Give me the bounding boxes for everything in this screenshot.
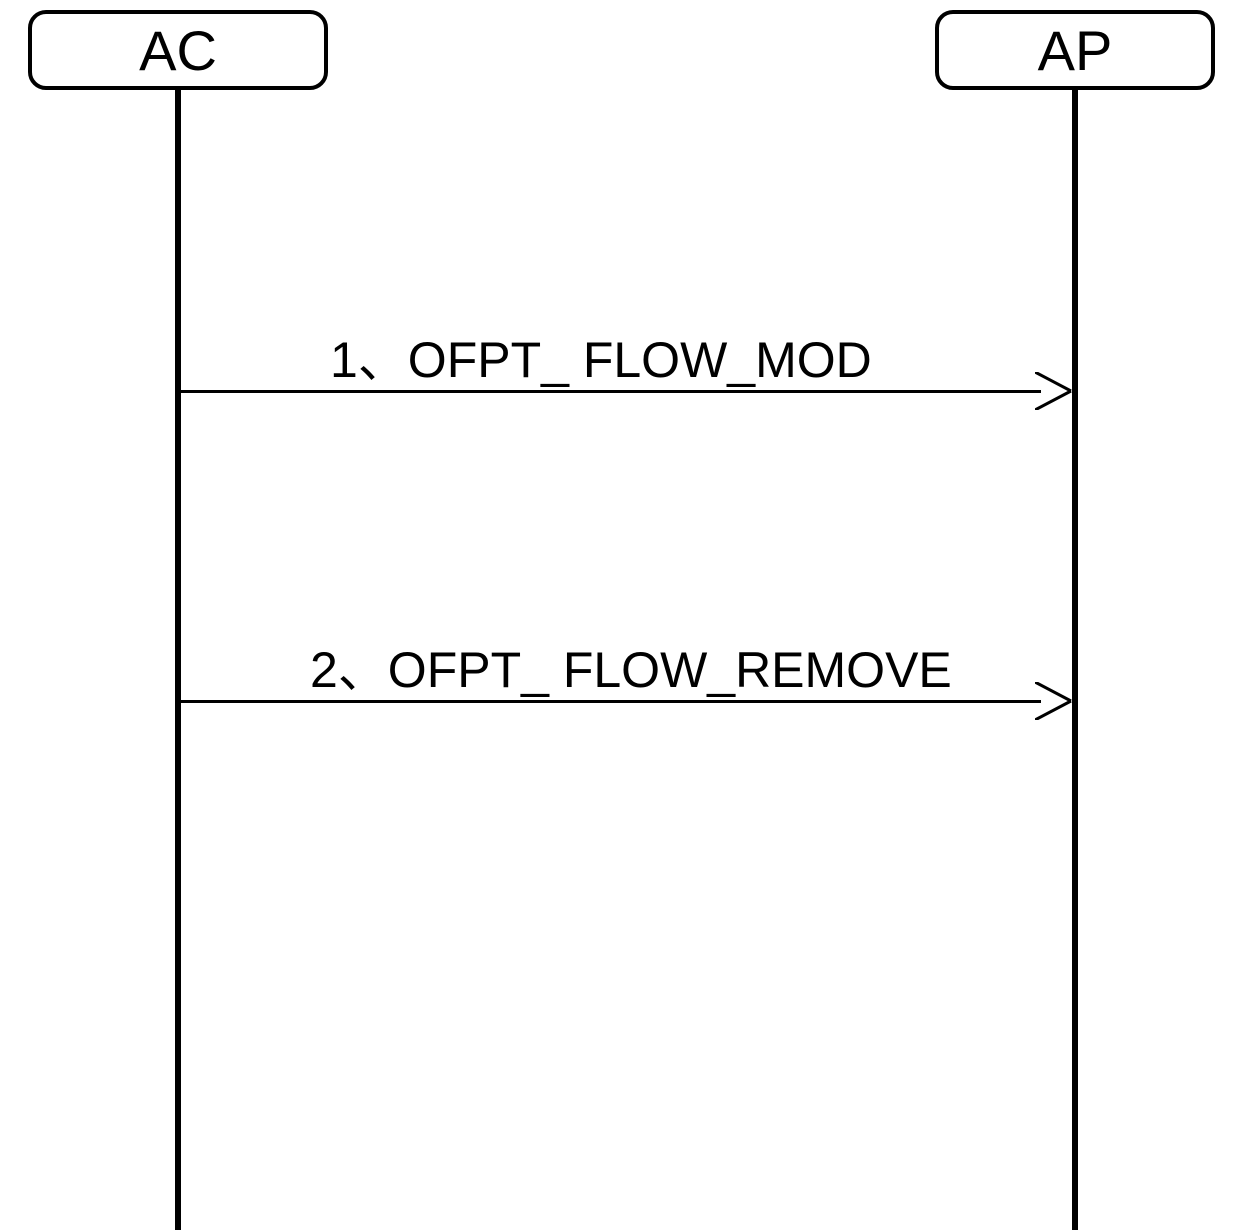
message-1-line (181, 390, 1041, 393)
message-2-label: 2、OFPT_ FLOW_REMOVE (310, 630, 952, 702)
message-1-arrow (1035, 372, 1075, 410)
message-1-label: 1、OFPT_ FLOW_MOD (330, 320, 872, 392)
participant-ac: AC (28, 10, 328, 90)
participant-ap-label: AP (1038, 18, 1113, 83)
lifeline-ap (1072, 90, 1078, 1230)
participant-ac-label: AC (139, 18, 217, 83)
message-2-line (181, 700, 1041, 703)
lifeline-ac (175, 90, 181, 1230)
participant-ap: AP (935, 10, 1215, 90)
message-2-arrow (1035, 682, 1075, 720)
